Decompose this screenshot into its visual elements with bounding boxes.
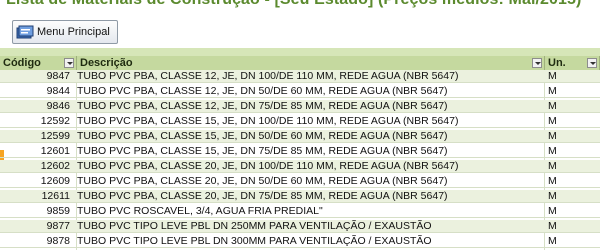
cell-codigo: 9844 — [46, 85, 70, 97]
cell-descricao: TUBO PVC PBA, CLASSE 20, JE, DN 75/DE 85… — [77, 190, 448, 202]
menu-principal-label: Menu Principal — [37, 26, 110, 38]
cell-descricao: TUBO PVC TIPO LEVE PBL DN 250MM PARA VEN… — [77, 220, 432, 232]
cell-descricao: TUBO PVC TIPO LEVE PBL DN 300MM PARA VEN… — [77, 235, 432, 247]
cell-unidade: M — [548, 220, 557, 232]
cell-descricao: TUBO PVC PBA, CLASSE 12, JE, DN 50/DE 60… — [77, 85, 448, 97]
column-header-un[interactable]: Un. — [545, 56, 600, 70]
cell-unidade: M — [548, 160, 557, 172]
column-header-label: Código — [3, 57, 41, 69]
table-row[interactable]: 12599 TUBO PVC PBA, CLASSE 15, JE, DN 50/… — [0, 130, 600, 143]
cell-descricao: TUBO PVC PBA, CLASSE 20, JE, DN 50/DE 60… — [77, 175, 448, 187]
table-row[interactable]: 12592 TUBO PVC PBA, CLASSE 15, JE, DN 100… — [0, 115, 600, 128]
filter-dropdown-icon[interactable] — [532, 58, 542, 68]
table-row[interactable]: 12611 TUBO PVC PBA, CLASSE 20, JE, DN 75/… — [0, 190, 600, 203]
table-row[interactable]: 12609 TUBO PVC PBA, CLASSE 20, JE, DN 50/… — [0, 175, 600, 188]
cell-descricao: TUBO PVC PBA, CLASSE 15, JE, DN 100/DE 1… — [77, 115, 459, 127]
cell-unidade: M — [548, 85, 557, 97]
cell-unidade: M — [548, 115, 557, 127]
cell-codigo: 9877 — [46, 220, 70, 232]
cell-codigo: 9878 — [46, 235, 70, 247]
cell-unidade: M — [548, 205, 557, 217]
table-row[interactable]: 12601 TUBO PVC PBA, CLASSE 15, JE, DN 75/… — [0, 145, 600, 158]
table-row[interactable]: 9878 TUBO PVC TIPO LEVE PBL DN 300MM PARA… — [0, 235, 600, 248]
table-row[interactable]: 9859 TUBO PVC ROSCAVEL, 3/4, AGUA FRIA PR… — [0, 205, 600, 218]
table-row[interactable]: 12602 TUBO PVC PBA, CLASSE 20, JE, DN 100… — [0, 160, 600, 173]
cell-descricao: TUBO PVC PBA, CLASSE 12, JE, DN 100/DE 1… — [77, 70, 459, 82]
cell-codigo: 9847 — [46, 70, 70, 82]
cell-codigo: 12611 — [41, 190, 70, 202]
table-row[interactable]: 9846 TUBO PVC PBA, CLASSE 12, JE, DN 75/D… — [0, 100, 600, 113]
column-header-label: Descrição — [80, 57, 133, 69]
cell-unidade: M — [548, 235, 557, 247]
cell-descricao: TUBO PVC ROSCAVEL, 3/4, AGUA FRIA PREDIA… — [77, 205, 323, 217]
cell-codigo: 9846 — [46, 100, 70, 112]
cell-descricao: TUBO PVC PBA, CLASSE 20, JE, DN 100/DE 1… — [77, 160, 459, 172]
cell-descricao: TUBO PVC PBA, CLASSE 15, JE, DN 50/DE 60… — [77, 130, 448, 142]
table-row[interactable]: 9877 TUBO PVC TIPO LEVE PBL DN 250MM PARA… — [0, 220, 600, 233]
cell-codigo: 12602 — [40, 160, 70, 172]
column-header-codigo[interactable]: Código — [0, 56, 77, 70]
page-title: Lista de Materiais de Construção - [Seu … — [6, 0, 581, 9]
cell-codigo: 12592 — [40, 115, 70, 127]
cell-unidade: M — [548, 145, 557, 157]
cell-codigo: 12609 — [40, 175, 70, 187]
filter-dropdown-icon[interactable] — [64, 58, 74, 68]
cell-unidade: M — [548, 130, 557, 142]
cell-codigo: 12601 — [40, 145, 70, 157]
cell-unidade: M — [548, 190, 557, 202]
cell-descricao: TUBO PVC PBA, CLASSE 15, JE, DN 75/DE 85… — [77, 145, 448, 157]
filter-dropdown-icon[interactable] — [587, 58, 597, 68]
cell-unidade: M — [548, 175, 557, 187]
column-header-descricao[interactable]: Descrição — [77, 56, 545, 70]
menu-principal-button[interactable]: Menu Principal — [12, 20, 118, 44]
cell-descricao: TUBO PVC PBA, CLASSE 12, JE, DN 75/DE 85… — [77, 100, 448, 112]
cell-codigo: 12599 — [40, 130, 70, 142]
toolbar-divider — [0, 48, 600, 56]
column-header-label: Un. — [548, 57, 566, 69]
cell-unidade: M — [548, 100, 557, 112]
cell-unidade: M — [548, 70, 557, 82]
table-row[interactable]: 9844 TUBO PVC PBA, CLASSE 12, JE, DN 50/D… — [0, 85, 600, 98]
cell-codigo: 9859 — [46, 205, 70, 217]
menu-icon — [16, 25, 34, 39]
table-row[interactable]: 9847 TUBO PVC PBA, CLASSE 12, JE, DN 100/… — [0, 70, 600, 83]
